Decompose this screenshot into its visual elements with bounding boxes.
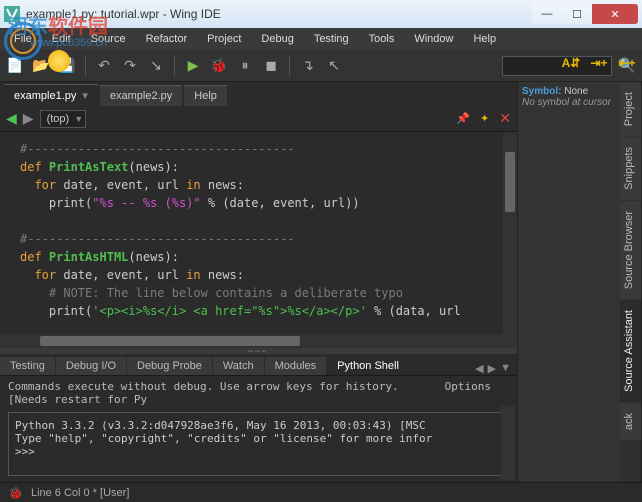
shell-input-area[interactable]: Python 3.3.2 (v3.3.2:d047928ae3f6, May 1… [8, 412, 509, 476]
menu-refactor[interactable]: Refactor [136, 31, 198, 47]
star-icon[interactable]: ✦ [480, 112, 489, 125]
close-button[interactable]: ✕ [592, 4, 638, 24]
toolbar: 📄 📂 💾 ↶ ↷ ↘ ▶ 🐞 ⏸ ◼ ↴ ↖ 🔍 A⇵ ⇥+ ⇤+ [0, 50, 642, 82]
window-title: example1.py: tutorial.wpr - Wing IDE [26, 7, 532, 21]
tab-menu-icon[interactable]: ▼ [500, 362, 511, 375]
menu-tools[interactable]: Tools [359, 31, 405, 47]
bug-icon[interactable]: 🐞 [8, 486, 23, 500]
file-tab-example2[interactable]: example2.py [100, 85, 182, 106]
editor-vscrollbar[interactable] [503, 132, 517, 334]
tab-testing[interactable]: Testing [0, 357, 55, 375]
symbol-sort-icon[interactable]: A⇵ [560, 52, 582, 74]
pointer-icon[interactable]: ↖ [323, 55, 345, 77]
bottom-tab-bar: Testing Debug I/O Debug Probe Watch Modu… [0, 354, 517, 376]
panel-toggle-group: A⇵ ⇥+ ⇤+ [560, 52, 638, 74]
menu-file[interactable]: File [4, 31, 42, 47]
side-tab-project[interactable]: Project [620, 82, 641, 136]
tab-python-shell[interactable]: Python Shell [327, 357, 409, 375]
side-tab-ack[interactable]: ack [620, 403, 641, 440]
tab-next-icon[interactable]: ▶ [488, 362, 496, 375]
chevron-down-icon[interactable]: ▼ [74, 114, 83, 124]
debug-icon[interactable]: 🐞 [208, 55, 230, 77]
python-shell-panel: Commands execute without debug. Use arro… [0, 376, 517, 482]
file-tab-help[interactable]: Help [184, 85, 227, 106]
step-icon[interactable]: ↴ [297, 55, 319, 77]
break-icon[interactable]: ⏸ [234, 55, 256, 77]
nav-back-icon[interactable]: ◀ [6, 110, 17, 127]
save-icon[interactable]: 💾 [56, 55, 78, 77]
tab-debug-probe[interactable]: Debug Probe [127, 357, 212, 375]
side-panel: Symbol: None No symbol at cursor Project… [517, 82, 642, 482]
editor-hscrollbar[interactable] [0, 334, 517, 348]
file-tab-example1[interactable]: example1.py▾ [4, 84, 98, 106]
menu-edit[interactable]: Edit [42, 31, 81, 47]
stop-icon[interactable]: ◼ [260, 55, 282, 77]
code-editor[interactable]: #------------------------------------- d… [0, 132, 517, 334]
forward-icon[interactable]: ↷ [119, 55, 141, 77]
menu-bar: File Edit Source Refactor Project Debug … [0, 28, 642, 50]
back-icon[interactable]: ↶ [93, 55, 115, 77]
side-tab-strip: Project Snippets Source Browser Source A… [620, 82, 642, 482]
menu-project[interactable]: Project [197, 31, 251, 47]
minimize-button[interactable]: — [532, 4, 562, 24]
symbol-value: None [564, 86, 588, 97]
open-icon[interactable]: 📂 [30, 55, 52, 77]
menu-source[interactable]: Source [81, 31, 136, 47]
close-editor-icon[interactable]: ✕ [499, 110, 511, 127]
symbol-label: Symbol: [522, 86, 561, 97]
tab-prev-icon[interactable]: ◀ [475, 362, 483, 375]
shell-options-link[interactable]: Options [445, 380, 491, 406]
nav-forward-icon[interactable]: ▶ [23, 110, 34, 127]
menu-help[interactable]: Help [463, 31, 506, 47]
side-tab-snippets[interactable]: Snippets [620, 137, 641, 200]
run-icon[interactable]: ▶ [182, 55, 204, 77]
menu-testing[interactable]: Testing [304, 31, 359, 47]
menu-window[interactable]: Window [404, 31, 463, 47]
status-bar: 🐞 Line 6 Col 0 * [User] [0, 482, 642, 502]
menu-debug[interactable]: Debug [251, 31, 303, 47]
pin-icon[interactable]: 📌 [456, 112, 470, 125]
shell-hint-text: Commands execute without debug. Use arro… [8, 380, 445, 406]
editor-nav-bar: ◀ ▶ (top) ▼ 📌 ✦ ✕ [0, 106, 517, 132]
panel-right-icon[interactable]: ⇥+ [588, 52, 610, 74]
file-tab-bar: example1.py▾ example2.py Help [0, 82, 517, 106]
new-file-icon[interactable]: 📄 [4, 55, 26, 77]
side-tab-source-browser[interactable]: Source Browser [620, 201, 641, 299]
maximize-button[interactable]: ☐ [562, 4, 592, 24]
symbol-hint: No symbol at cursor [522, 97, 611, 108]
shell-vscrollbar[interactable] [501, 406, 515, 480]
tab-chevron-icon[interactable]: ▾ [82, 90, 88, 102]
cursor-position: Line 6 Col 0 * [User] [31, 487, 129, 499]
tab-modules[interactable]: Modules [265, 357, 327, 375]
app-icon [4, 6, 20, 22]
goto-icon[interactable]: ↘ [145, 55, 167, 77]
tab-debug-io[interactable]: Debug I/O [56, 357, 126, 375]
side-tab-source-assistant[interactable]: Source Assistant [620, 300, 641, 402]
panel-left-icon[interactable]: ⇤+ [616, 52, 638, 74]
tab-watch[interactable]: Watch [213, 357, 264, 375]
title-bar: example1.py: tutorial.wpr - Wing IDE — ☐… [0, 0, 642, 28]
